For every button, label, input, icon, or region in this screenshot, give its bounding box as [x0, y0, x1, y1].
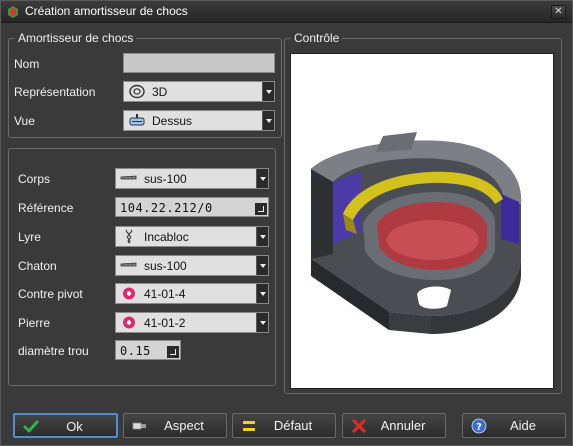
- jewel-icon: [123, 316, 135, 329]
- nom-label: Nom: [14, 57, 40, 71]
- corps-value: sus-100: [144, 172, 187, 186]
- annuler-button[interactable]: Annuler: [342, 413, 446, 438]
- pierre-value: 41-01-2: [144, 316, 186, 330]
- ok-button-label: Ok: [66, 419, 83, 434]
- group-amortisseur-legend: Amortisseur de chocs: [15, 31, 137, 45]
- diametre-label: diamètre trou: [18, 344, 89, 358]
- lyre-label: Lyre: [18, 230, 41, 244]
- chevron-down-icon[interactable]: [262, 82, 274, 101]
- lyre-value: Incabloc: [144, 230, 189, 244]
- contre-pivot-select[interactable]: 41-01-4: [115, 283, 269, 304]
- vue-value: Dessus: [152, 114, 193, 128]
- preview-viewport[interactable]: [290, 53, 554, 389]
- representation-label: Représentation: [14, 85, 96, 99]
- chevron-down-icon[interactable]: [256, 256, 268, 275]
- app-icon: [8, 6, 18, 18]
- pierre-label: Pierre: [18, 316, 51, 330]
- jewel-icon: [123, 287, 135, 300]
- title-bar[interactable]: Création amortisseur de chocs ✕: [1, 1, 572, 23]
- pierre-select[interactable]: 41-01-2: [115, 312, 269, 333]
- contre-pivot-label: Contre pivot: [18, 287, 83, 301]
- diametre-value: 0.15: [120, 344, 151, 358]
- screw-icon: [120, 262, 137, 267]
- screw-icon: [120, 175, 137, 180]
- resize-icon[interactable]: [167, 346, 179, 358]
- defaut-button-label: Défaut: [273, 418, 313, 433]
- close-icon: ✕: [554, 6, 563, 17]
- defaut-button[interactable]: Défaut: [232, 413, 336, 438]
- shock-absorber-3d-preview: [311, 132, 522, 334]
- close-button[interactable]: ✕: [551, 5, 566, 19]
- corps-label: Corps: [18, 172, 51, 186]
- chevron-down-icon[interactable]: [256, 169, 268, 188]
- aide-button-label: Aide: [509, 418, 537, 433]
- reference-field[interactable]: 104.22.212/0: [115, 197, 269, 217]
- chevron-down-icon[interactable]: [256, 227, 268, 246]
- chevron-down-icon[interactable]: [256, 284, 268, 303]
- representation-select[interactable]: 3D: [123, 81, 275, 102]
- chaton-label: Chaton: [18, 259, 57, 273]
- group-controle-legend: Contrôle: [291, 31, 343, 45]
- reference-label: Référence: [18, 201, 74, 215]
- ok-button[interactable]: Ok: [13, 413, 118, 438]
- reference-value: 104.22.212/0: [120, 201, 213, 215]
- top-view-icon: [129, 114, 145, 126]
- chevron-down-icon[interactable]: [256, 313, 268, 332]
- chevron-down-icon[interactable]: [262, 111, 274, 130]
- lyre-select[interactable]: Incabloc: [115, 226, 269, 247]
- window-title: Création amortisseur de chocs: [25, 4, 188, 18]
- nom-field[interactable]: [123, 53, 275, 73]
- contre-pivot-value: 41-01-4: [144, 287, 186, 301]
- vue-select[interactable]: Dessus: [123, 110, 275, 131]
- disc-icon: [129, 84, 145, 99]
- dialog-window: Création amortisseur de chocs ✕ Amortiss…: [0, 0, 573, 446]
- annuler-button-label: Annuler: [380, 418, 426, 433]
- resize-icon[interactable]: [255, 203, 267, 215]
- vue-label: Vue: [14, 114, 35, 128]
- aspect-button[interactable]: Aspect: [123, 413, 227, 438]
- representation-value: 3D: [152, 85, 168, 99]
- aspect-button-label: Aspect: [164, 418, 204, 433]
- aide-button[interactable]: ? Aide: [462, 413, 566, 438]
- chaton-select[interactable]: sus-100: [115, 255, 269, 276]
- spring-icon: [125, 229, 133, 244]
- diametre-field[interactable]: 0.15: [115, 340, 181, 360]
- corps-select[interactable]: sus-100: [115, 168, 269, 189]
- chaton-value: sus-100: [144, 259, 187, 273]
